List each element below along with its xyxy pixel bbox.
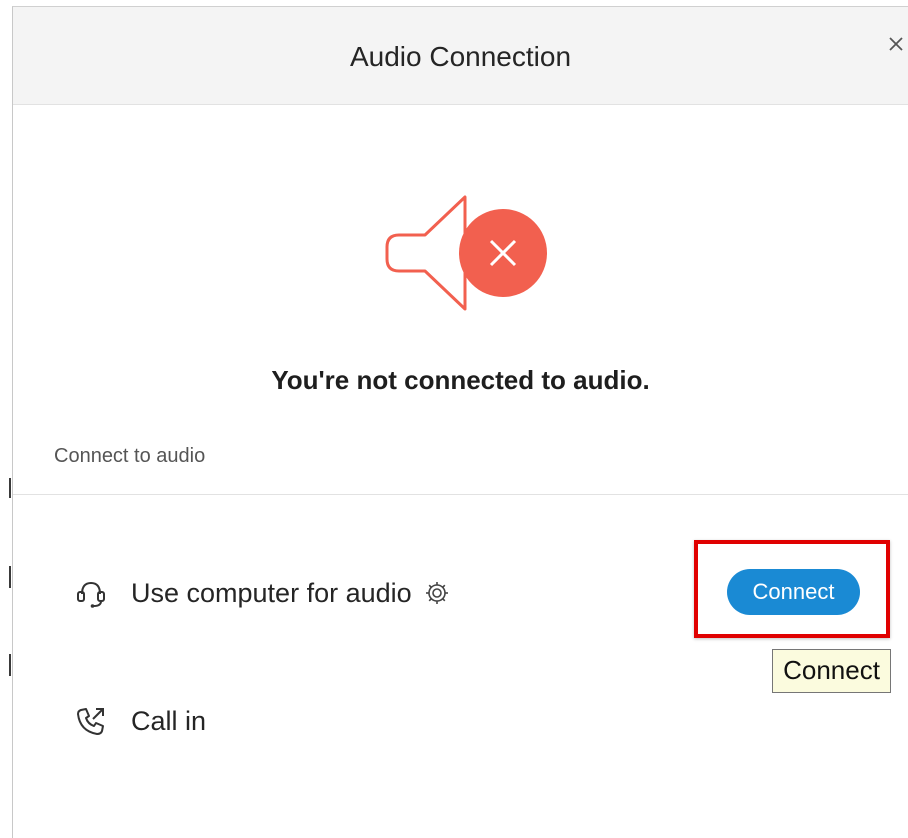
edge-mark: [9, 478, 11, 498]
connect-button[interactable]: Connect: [727, 569, 860, 615]
connect-tooltip: Connect: [772, 649, 891, 693]
call-in-label: Call in: [131, 706, 207, 736]
not-connected-message: You're not connected to audio.: [271, 365, 650, 395]
background-window-edge: [0, 0, 12, 838]
audio-status-graphic: [377, 191, 549, 315]
speaker-muted-icon: [385, 195, 547, 311]
close-button[interactable]: [883, 31, 908, 57]
close-icon: [889, 37, 903, 51]
dialog-title: Audio Connection: [349, 41, 572, 72]
edge-mark: [9, 566, 11, 588]
call-in-option[interactable]: Call in: [73, 701, 206, 741]
edge-mark: [9, 654, 11, 676]
connect-section-label: Connect to audio: [54, 445, 206, 467]
section-divider: [13, 494, 908, 495]
audio-connection-dialog: Audio Connection You're not connected to…: [12, 6, 908, 838]
phone-call-icon: [73, 703, 109, 739]
headset-icon: [73, 575, 109, 611]
screen: Audio Connection You're not connected to…: [0, 0, 908, 838]
use-computer-audio-option[interactable]: Use computer for audio: [73, 573, 450, 613]
audio-settings-button[interactable]: [424, 580, 450, 606]
dialog-header: Audio Connection: [13, 7, 908, 105]
use-computer-audio-label: Use computer for audio: [131, 578, 412, 608]
gear-icon: [425, 582, 448, 604]
